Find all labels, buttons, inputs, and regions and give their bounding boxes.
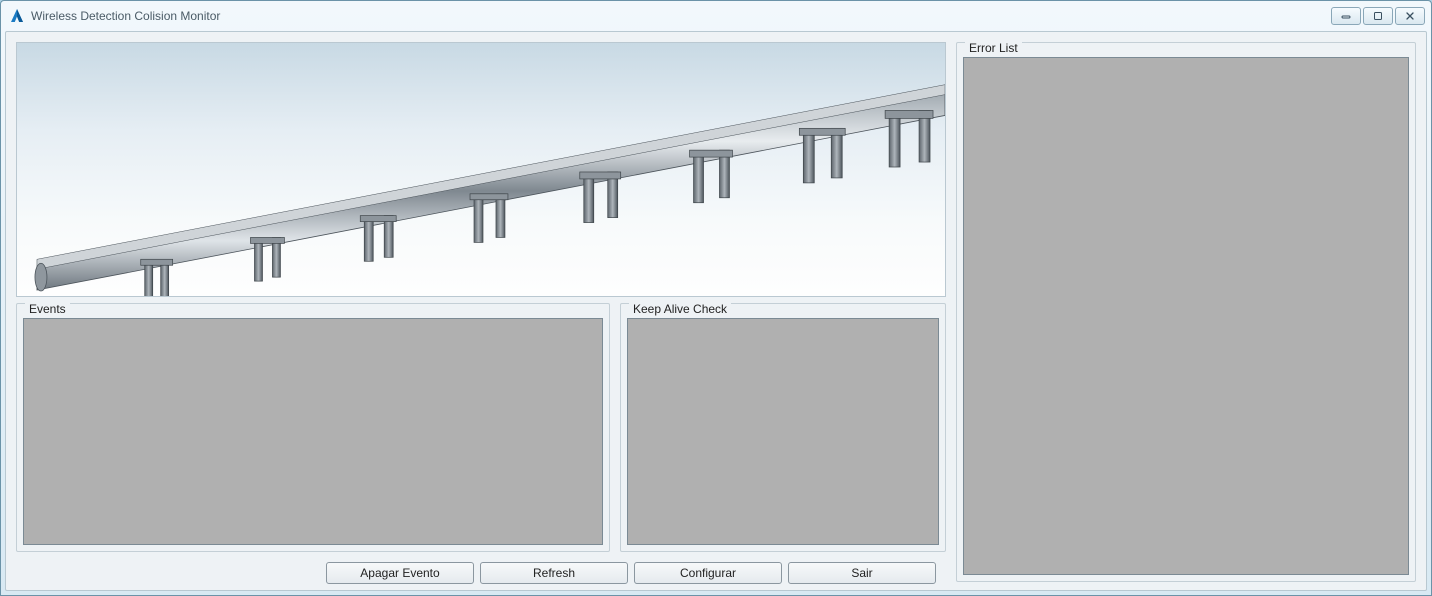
titlebar: Wireless Detection Colision Monitor: [1, 1, 1431, 31]
window-title: Wireless Detection Colision Monitor: [31, 9, 1331, 23]
maximize-button[interactable]: [1363, 7, 1393, 25]
configurar-button[interactable]: Configurar: [634, 562, 782, 584]
error-list-group: Error List: [956, 42, 1416, 582]
close-button[interactable]: [1395, 7, 1425, 25]
keepalive-label: Keep Alive Check: [629, 302, 731, 316]
events-label: Events: [25, 302, 70, 316]
minimize-button[interactable]: [1331, 7, 1361, 25]
client-area: Events Keep Alive Check Apagar Evento Re…: [5, 31, 1427, 591]
apagar-evento-button[interactable]: Apagar Evento: [326, 562, 474, 584]
events-group: Events: [16, 303, 610, 552]
window-controls: [1331, 7, 1425, 25]
app-icon: [9, 8, 25, 24]
button-row: Apagar Evento Refresh Configurar Sair: [16, 562, 946, 584]
right-column: Error List: [956, 42, 1416, 584]
app-window: Wireless Detection Colision Monitor: [0, 0, 1432, 596]
keepalive-group: Keep Alive Check: [620, 303, 946, 552]
error-list-label: Error List: [965, 41, 1022, 55]
error-listbox[interactable]: [963, 57, 1409, 575]
sair-button[interactable]: Sair: [788, 562, 936, 584]
bottom-panels-row: Events Keep Alive Check: [16, 303, 946, 552]
refresh-button[interactable]: Refresh: [480, 562, 628, 584]
events-listbox[interactable]: [23, 318, 603, 545]
left-column: Events Keep Alive Check Apagar Evento Re…: [16, 42, 946, 584]
guardrail-render: [16, 42, 946, 297]
keepalive-listbox[interactable]: [627, 318, 939, 545]
